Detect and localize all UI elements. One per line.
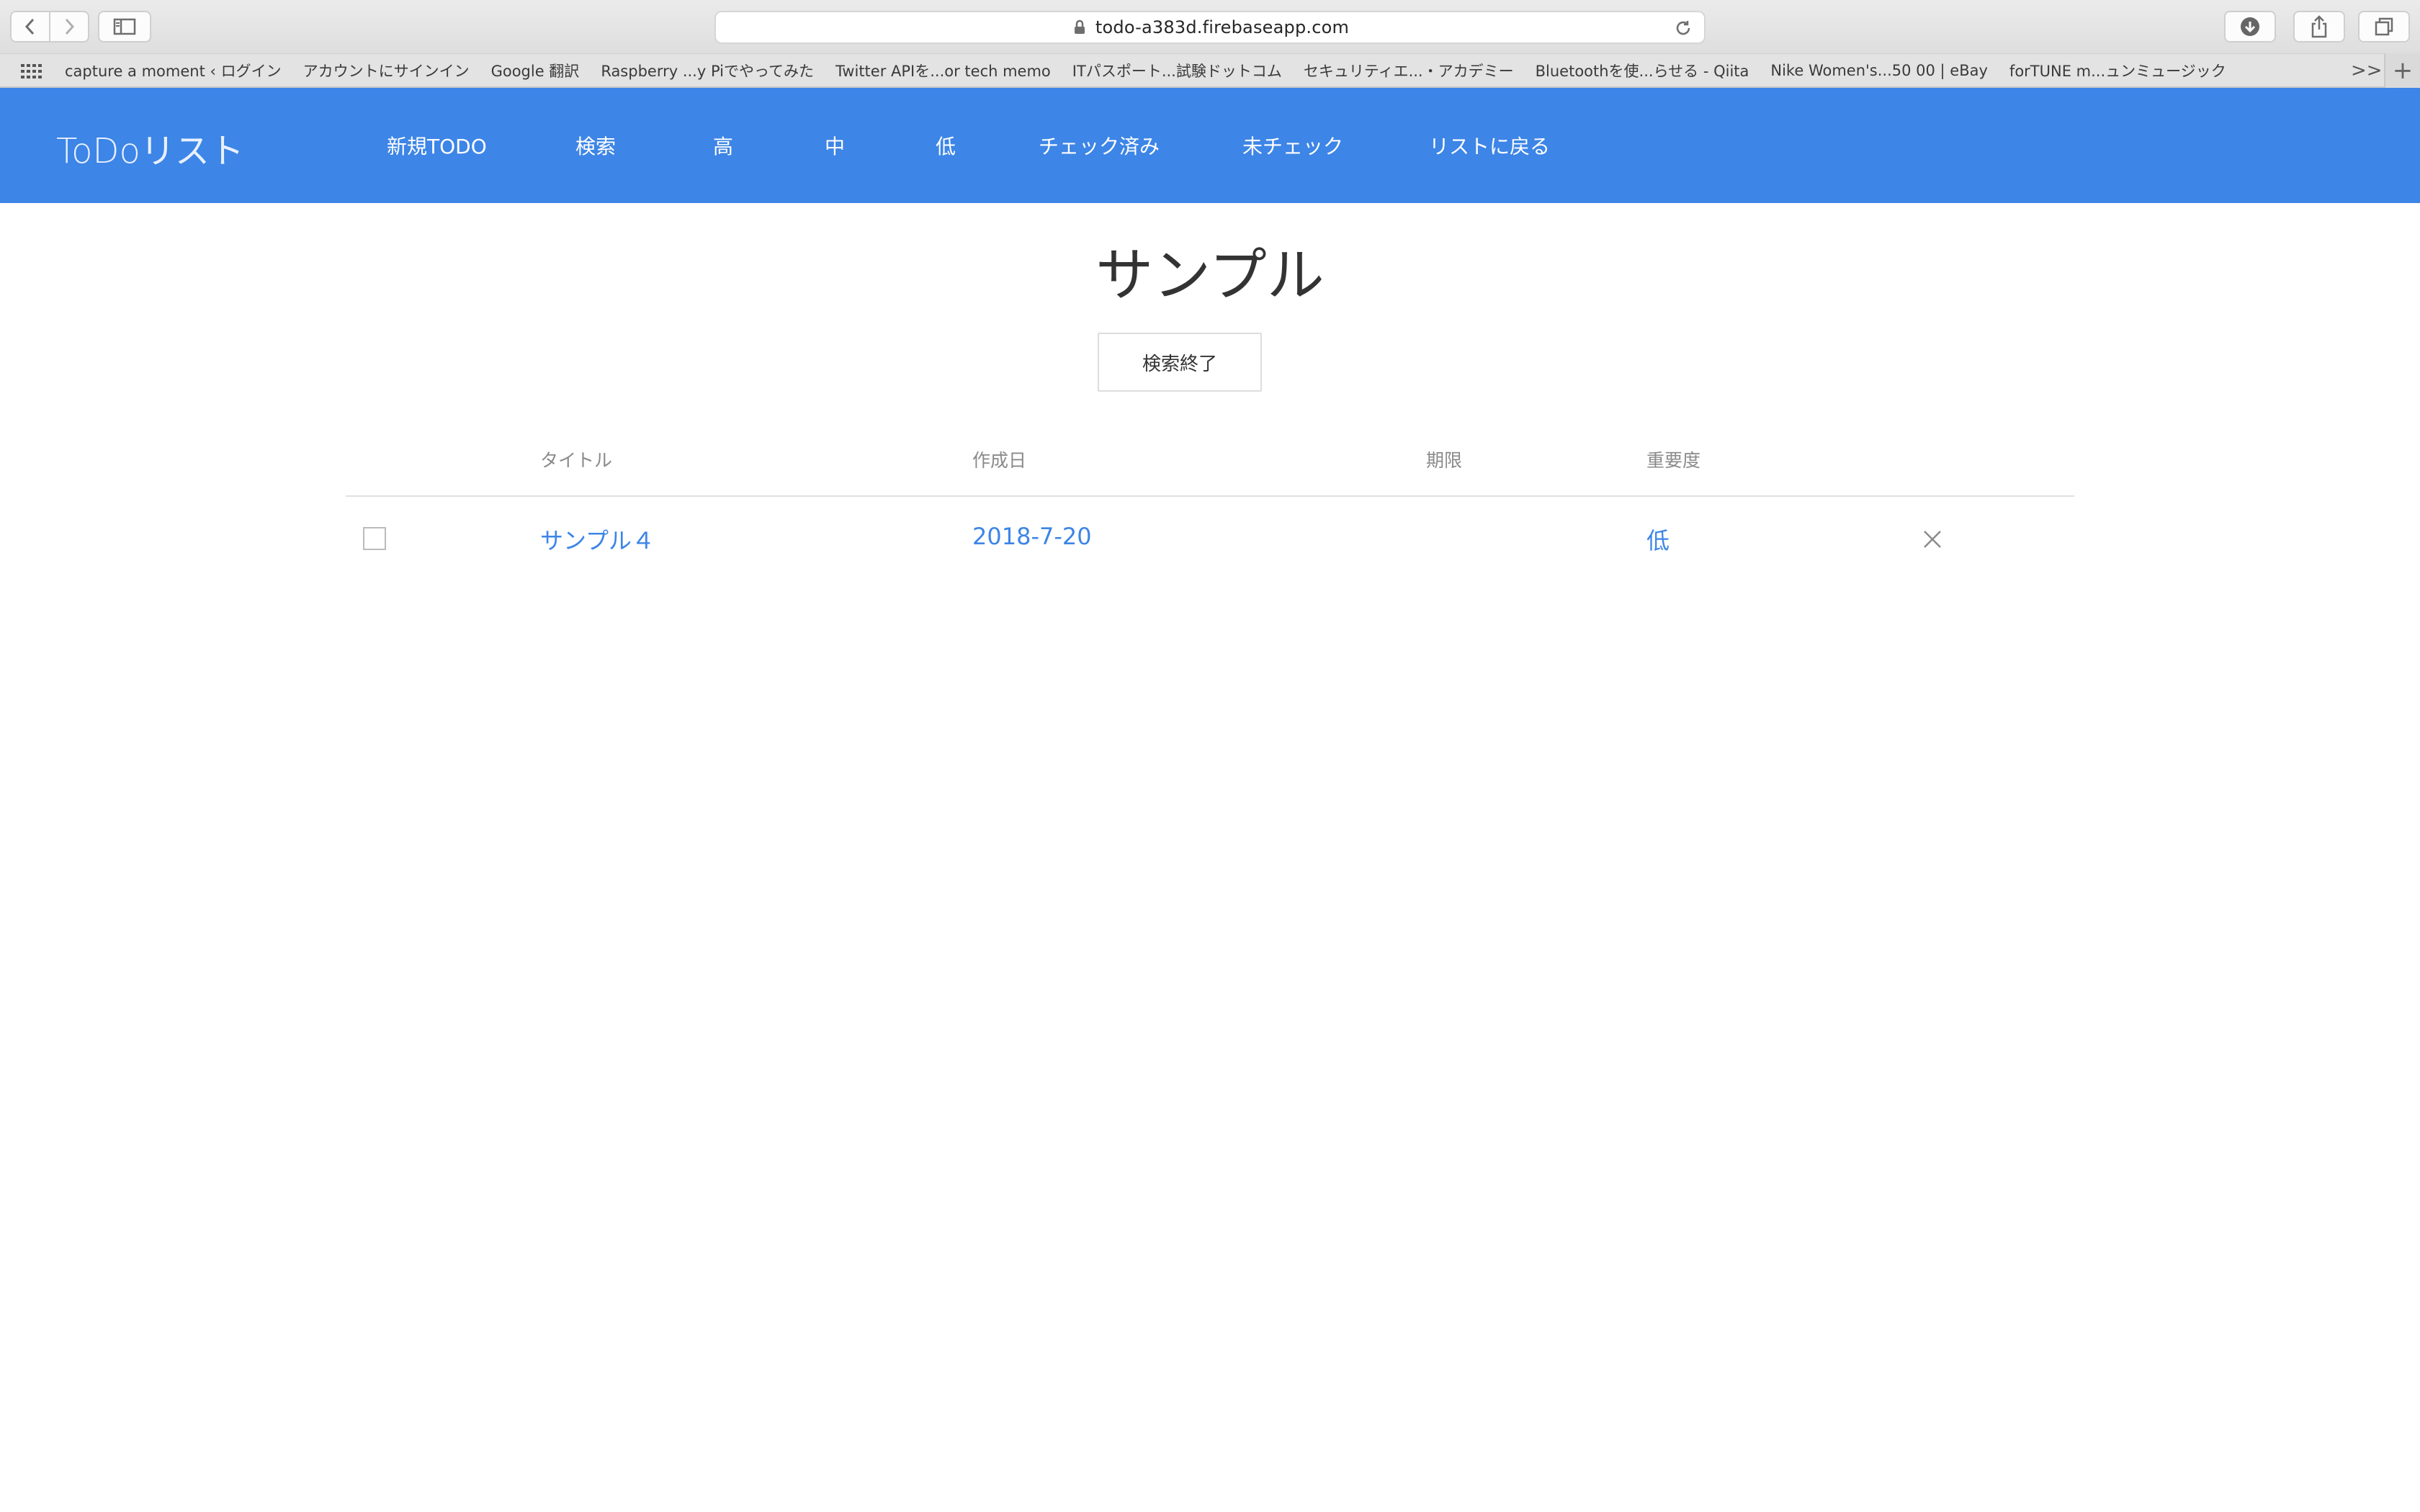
menu-search[interactable]: 検索 — [575, 131, 713, 160]
bookmark-item[interactable]: Nike Women's...50 00 | eBay — [1770, 62, 1988, 79]
menu-priority-low[interactable]: 低 — [936, 131, 1039, 160]
bookmark-item[interactable]: Google 翻訳 — [491, 60, 580, 81]
column-created: 作成日 — [972, 450, 1027, 471]
menu-checked[interactable]: チェック済み — [1039, 131, 1242, 160]
bookmarks-bar: capture a moment ‹ ログイン アカウントにサインイン Goog… — [0, 53, 2420, 88]
bookmark-item[interactable]: セキュリティエ...・アカデミー — [1304, 60, 1514, 81]
todo-created-date[interactable]: 2018-7-20 — [972, 523, 1092, 550]
reload-icon[interactable] — [1674, 19, 1693, 37]
chevron-right-icon — [65, 18, 74, 35]
menu-back-to-list[interactable]: リストに戻る — [1429, 131, 1550, 160]
main-menu: 新規TODO 検索 高 中 低 チェック済み 未チェック リストに戻る — [387, 88, 1550, 203]
app-navbar: ToDoリスト 新規TODO 検索 高 中 低 チェック済み 未チェック リスト… — [0, 88, 2420, 203]
bookmark-item[interactable]: ITパスポート...試験ドットコム — [1072, 60, 1282, 81]
bookmark-item[interactable]: Bluetoothを使...らせる - Qiita — [1536, 60, 1749, 81]
bookmarks-overflow-button[interactable]: >> — [2351, 60, 2383, 81]
plus-icon: + — [2392, 56, 2414, 85]
tabs-icon — [2375, 17, 2393, 36]
tab-overview-button[interactable] — [2358, 11, 2410, 42]
share-icon — [2311, 15, 2327, 38]
column-deadline: 期限 — [1426, 450, 1463, 471]
bookmark-item[interactable]: Twitter APIを...or tech memo — [835, 60, 1051, 81]
app-brand[interactable]: ToDoリスト — [56, 122, 244, 173]
page-title: サンプル — [1095, 242, 1325, 309]
back-button[interactable] — [12, 12, 49, 41]
grid-icon[interactable] — [20, 63, 42, 80]
end-search-button[interactable]: 検索終了 — [1098, 333, 1262, 392]
sidebar-icon — [113, 18, 136, 35]
url-text: todo-a383d.firebaseapp.com — [1095, 17, 1350, 37]
todo-checkbox[interactable] — [363, 527, 386, 550]
sidebar-toggle-button[interactable] — [98, 11, 151, 42]
menu-new-todo[interactable]: 新規TODO — [387, 131, 575, 160]
table-row: サンプル４ 2018-7-20 低 — [346, 497, 2074, 583]
bookmark-item[interactable]: forTUNE m...ュンミュージック — [2009, 60, 2226, 81]
menu-priority-medium[interactable]: 中 — [825, 131, 936, 160]
close-icon[interactable] — [1922, 528, 1943, 550]
browser-toolbar: todo-a383d.firebaseapp.com — [0, 0, 2420, 53]
menu-unchecked[interactable]: 未チェック — [1242, 131, 1429, 160]
table-header: タイトル 作成日 期限 重要度 — [346, 436, 2074, 497]
bookmark-item[interactable]: capture a moment ‹ ログイン — [65, 60, 282, 81]
menu-priority-high[interactable]: 高 — [713, 131, 825, 160]
downloads-button[interactable] — [2224, 11, 2276, 42]
history-nav — [10, 11, 89, 42]
share-button[interactable] — [2293, 11, 2345, 42]
address-bar[interactable]: todo-a383d.firebaseapp.com — [714, 11, 1706, 44]
todo-priority[interactable]: 低 — [1646, 523, 1670, 556]
todo-title-link[interactable]: サンプル４ — [540, 523, 655, 556]
lock-icon — [1074, 19, 1085, 34]
chevron-left-icon — [24, 18, 35, 35]
download-icon — [2241, 17, 2259, 36]
bookmark-item[interactable]: Raspberry ...y Piでやってみた — [601, 60, 814, 81]
bookmark-list: capture a moment ‹ ログイン アカウントにサインイン Goog… — [65, 54, 2248, 87]
bookmark-item[interactable]: アカウントにサインイン — [303, 60, 470, 81]
column-priority: 重要度 — [1646, 450, 1701, 471]
forward-button[interactable] — [50, 12, 88, 41]
new-tab-button[interactable]: + — [2384, 53, 2420, 88]
column-title: タイトル — [540, 450, 613, 471]
